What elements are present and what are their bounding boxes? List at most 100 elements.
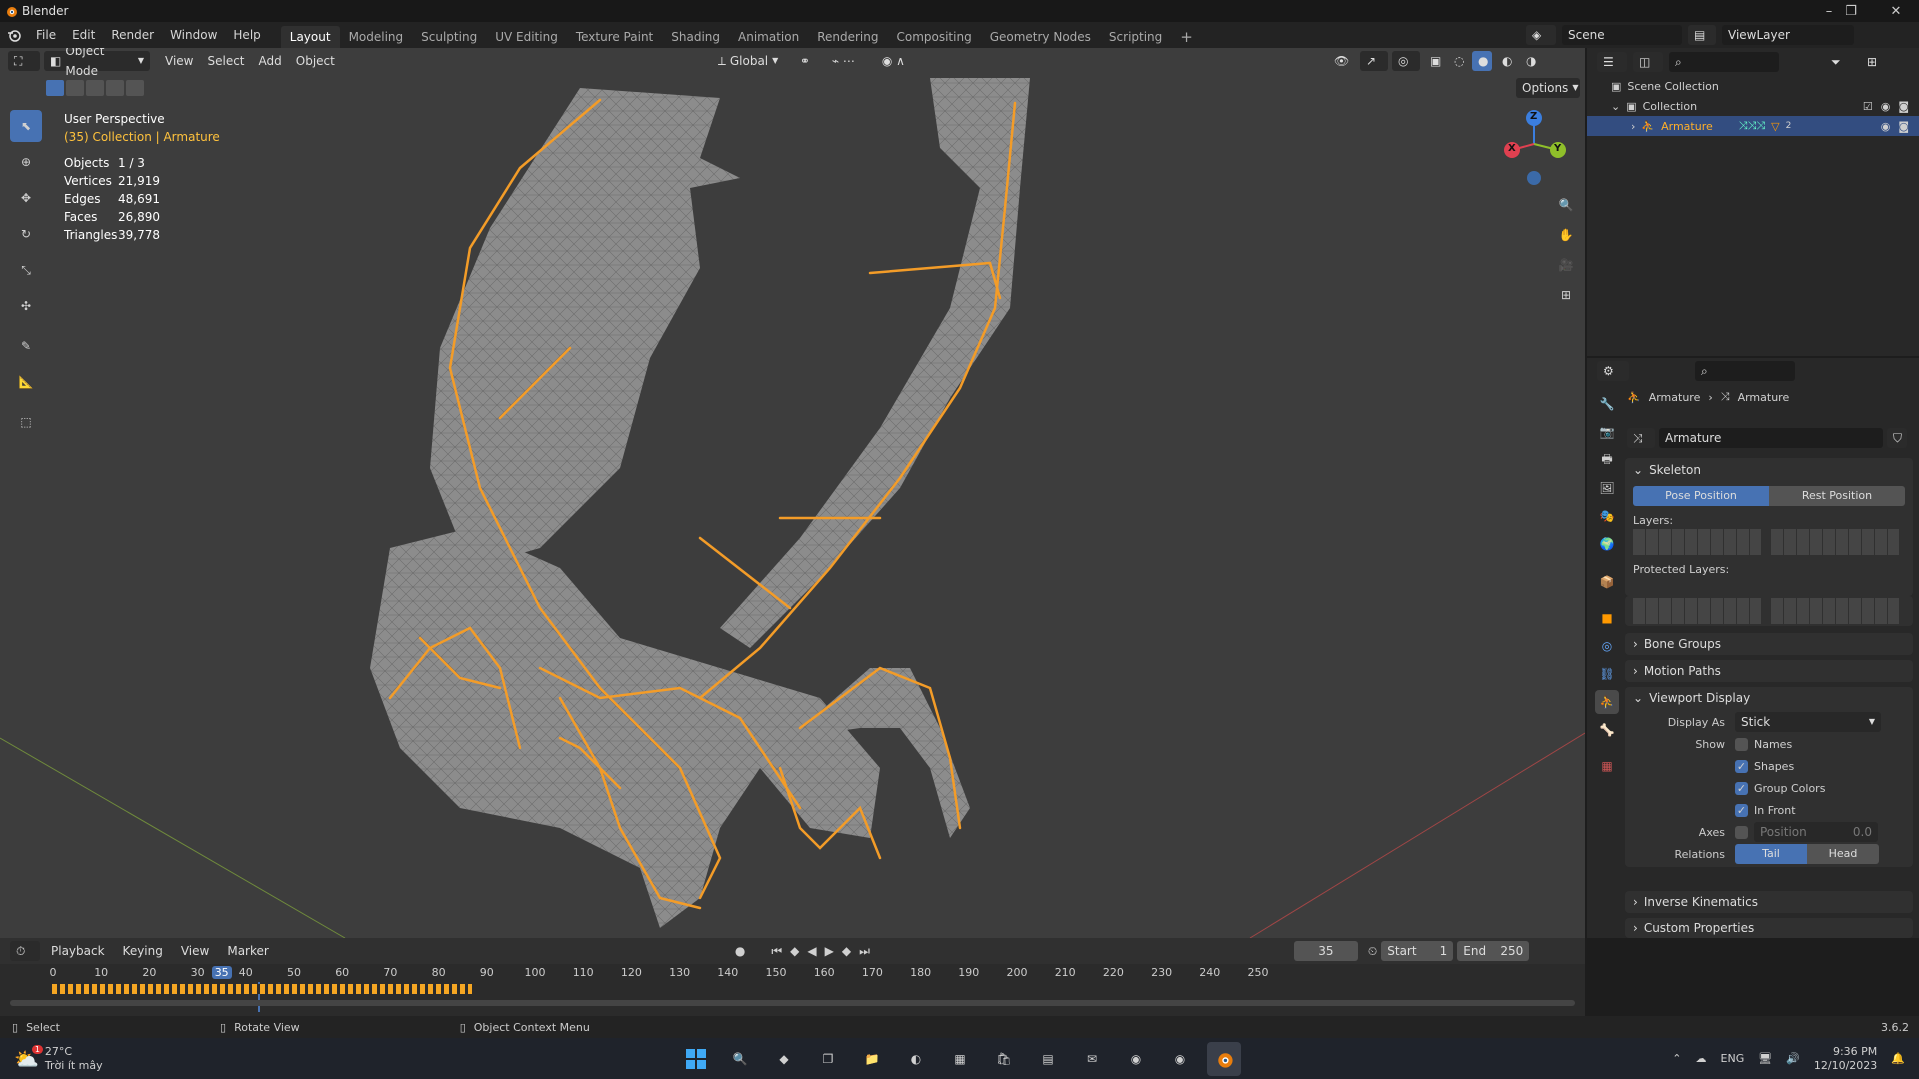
armature-data-tab-icon[interactable]: ⛹ [1595,690,1619,714]
wireframe-shading-icon[interactable]: ◌ [1448,51,1468,71]
menu-add[interactable]: Add [252,54,289,68]
annotate-tool[interactable]: ✎ [10,330,42,362]
chevron-up-icon[interactable]: ⌃ [1672,1052,1681,1065]
timeline-editor-icon[interactable]: ⏱ [10,941,40,961]
chrome-icon[interactable]: ◉ [1119,1042,1153,1076]
menu-view[interactable]: View [158,54,200,68]
view-layer-icon[interactable]: ▤ [1688,25,1716,45]
copilot-icon[interactable]: ◆ [767,1042,801,1076]
select-box-tool[interactable]: ⬉ [10,110,42,142]
armature-row[interactable]: › ⛹ Armature ⤨⤨⤨ ▽ 2 ◉ ◙ [1587,116,1919,136]
properties-search-input[interactable]: ⌕ [1695,361,1795,381]
menu-playback[interactable]: Playback [44,944,112,958]
proportional-edit-icon[interactable]: ◉ ∧ [876,51,916,71]
tab-modeling[interactable]: Modeling [340,26,413,48]
end-frame-field[interactable]: End 250 [1457,941,1530,961]
view-layer-field[interactable]: ViewLayer [1722,25,1854,45]
in-front-checkbox[interactable]: ✓ [1735,803,1748,817]
record-icon[interactable]: ● [735,944,745,958]
select-intersect-icon[interactable] [126,80,144,96]
render-tab-icon[interactable]: 📷 [1595,420,1619,444]
snap-icon[interactable]: ⌁ ⋯ [826,51,872,71]
custom-properties-panel[interactable]: › Custom Properties [1625,918,1913,938]
properties-editor-icon[interactable]: ⚙ [1597,361,1629,381]
select-extend-icon[interactable] [66,80,84,96]
menu-keying[interactable]: Keying [116,944,170,958]
outliner-editor-icon[interactable]: ☰ [1597,52,1627,72]
add-cube-tool[interactable]: ⬚ [10,406,42,438]
store-icon[interactable]: 🛍 [987,1042,1021,1076]
shapes-checkbox[interactable]: ✓ [1735,759,1748,773]
add-workspace-button[interactable]: + [1171,26,1202,48]
scene-icon[interactable]: ◈ [1526,25,1556,45]
jump-start-icon[interactable]: ⏮ [771,944,782,959]
play-icon[interactable]: ▶ [825,944,834,958]
display-as-dropdown[interactable]: Stick ▼ [1735,712,1881,732]
group-colors-checkbox[interactable]: ✓ [1735,781,1748,795]
zoom-icon[interactable]: 🔍 [1553,192,1579,218]
mail-icon[interactable]: ✉ [1075,1042,1109,1076]
viewport-display-header[interactable]: ⌄ Viewport Display [1625,687,1913,709]
jump-end-icon[interactable]: ⏭ [859,944,870,959]
constraints-tab-icon[interactable]: ⛓ [1595,662,1619,686]
pivot-icon[interactable]: ⚭ [794,51,822,71]
menu-edit[interactable]: Edit [64,22,103,48]
next-keyframe-icon[interactable]: ◆ [842,944,851,958]
move-tool[interactable]: ✥ [10,182,42,214]
tool-tab-icon[interactable]: 🔧 [1595,392,1619,416]
menu-marker[interactable]: Marker [220,944,275,958]
menu-object[interactable]: Object [289,54,342,68]
output-tab-icon[interactable]: 🖶 [1595,448,1619,472]
file-explorer-icon[interactable]: 📁 [855,1042,889,1076]
camera-render-icon[interactable]: ◙ [1898,100,1909,113]
scene-collection-row[interactable]: ▣ Scene Collection [1587,76,1919,96]
menu-window[interactable]: Window [162,22,225,48]
volume-icon[interactable]: 🔊 [1786,1052,1800,1065]
tab-geometry-nodes[interactable]: Geometry Nodes [981,26,1100,48]
solid-shading-icon[interactable]: ● [1472,51,1492,71]
tab-uv-editing[interactable]: UV Editing [486,26,567,48]
menu-render[interactable]: Render [103,22,162,48]
scale-tool[interactable]: ⤡ [10,254,42,286]
eye-icon[interactable]: ◉ [1881,100,1891,113]
physics-tab-icon[interactable]: ◎ [1595,634,1619,658]
outliner-search-input[interactable]: ⌕ [1669,52,1779,72]
mode-dropdown[interactable]: ◧ Object Mode ▼ [44,48,150,78]
rotate-tool[interactable]: ↻ [10,218,42,250]
close-button[interactable]: ✕ [1873,0,1919,22]
checkbox-icon[interactable]: ☑ [1863,100,1873,113]
3d-viewport[interactable]: ⛶ ◧ Object Mode ▼ View Select Add Object ⟂… [0,48,1585,938]
language-indicator[interactable]: ENG [1721,1052,1745,1065]
tab-scripting[interactable]: Scripting [1100,26,1171,48]
axes-position-field[interactable]: Position 0.0 [1754,822,1878,842]
blender-taskbar-icon[interactable] [1207,1041,1241,1076]
clock[interactable]: 9:36 PM 12/10/2023 [1814,1045,1877,1073]
weather-widget[interactable]: ⛅ 1 27°C Trời ít mây [14,1044,174,1073]
menu-help[interactable]: Help [225,22,268,48]
edge-icon[interactable]: ◐ [899,1042,933,1076]
names-checkbox[interactable] [1735,737,1748,751]
tab-texture-paint[interactable]: Texture Paint [567,26,662,48]
xray-icon[interactable]: ▣ [1424,51,1444,71]
data-name-field[interactable]: Armature [1659,428,1883,448]
bone-groups-panel[interactable]: › Bone Groups [1625,633,1913,655]
data-browse-icon[interactable]: ⤨ [1627,428,1655,448]
tab-rendering[interactable]: Rendering [808,26,887,48]
axes-checkbox[interactable] [1735,825,1748,839]
measure-tool[interactable]: 📐 [10,366,42,398]
current-frame-field[interactable]: 35 [1293,941,1358,961]
material-shading-icon[interactable]: ◐ [1496,51,1516,71]
collection-row[interactable]: ⌄ ▣ Collection ☑ ◉ ◙ [1587,96,1919,116]
motion-paths-panel[interactable]: › Motion Paths [1625,660,1913,682]
texture-tab-icon[interactable]: ▦ [1595,754,1619,778]
filter-icon[interactable]: ⏷ [1825,52,1855,72]
expand-arrow-icon[interactable]: ⌄ [1611,100,1620,113]
chrome-profile-icon[interactable]: ◉ [1163,1042,1197,1076]
object-tab-icon[interactable]: ■ [1595,606,1619,630]
tab-shading[interactable]: Shading [662,26,729,48]
options-dropdown[interactable]: Options ▼ [1516,78,1580,98]
skeleton-panel-header[interactable]: ⌄ Skeleton [1625,458,1913,482]
start-frame-field[interactable]: Start 1 [1381,941,1454,961]
head-button[interactable]: Head [1807,844,1879,864]
eye-icon[interactable]: ◉ [1881,120,1891,133]
